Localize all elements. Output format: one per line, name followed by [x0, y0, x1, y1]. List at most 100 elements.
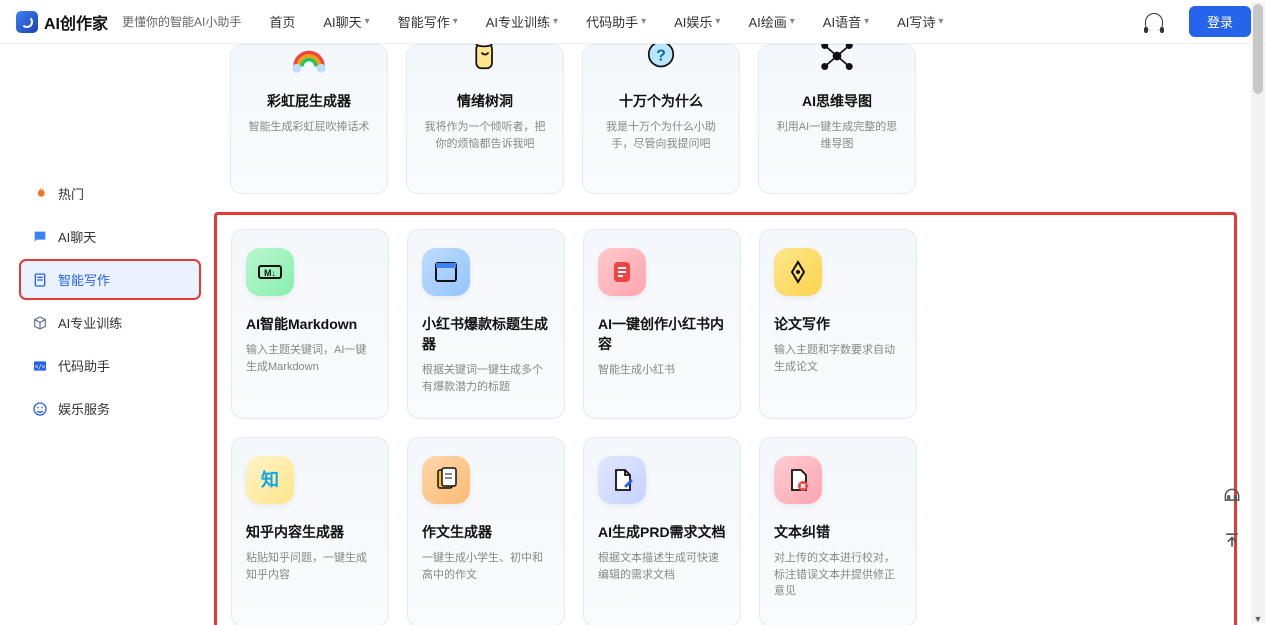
logo-icon — [16, 11, 38, 33]
card-desc: 我是十万个为什么小助手，尽管向我提问吧 — [597, 119, 725, 152]
cards-row-mid: M↓ AI智能Markdown 输入主题关键词，AI一键生成Markdown 小… — [231, 229, 1220, 419]
card-desc: 输入主题和字数要求自动生成论文 — [774, 342, 902, 375]
headset-icon[interactable] — [1145, 13, 1163, 31]
card-mindmap[interactable]: AI思维导图 利用AI一键生成完整的思维导图 — [758, 44, 916, 194]
login-button[interactable]: 登录 — [1189, 6, 1251, 37]
chevron-down-icon: ▾ — [453, 16, 458, 27]
chevron-down-icon: ▾ — [641, 16, 646, 27]
sidebar-item-write[interactable]: 智能写作 — [20, 260, 200, 299]
code-icon: </> — [32, 358, 48, 374]
card-markdown[interactable]: M↓ AI智能Markdown 输入主题关键词，AI一键生成Markdown — [231, 229, 389, 419]
card-title: 小红书爆款标题生成器 — [422, 314, 550, 354]
card-title: 论文写作 — [774, 314, 902, 334]
card-desc: 我将作为一个倾听者，把你的烦恼都告诉我吧 — [421, 119, 549, 152]
float-buttons — [1217, 481, 1247, 555]
content: 彩虹屁生成器 智能生成彩虹屁吹捧话术 情绪树洞 我将作为一个倾听者，把你的烦恼都… — [200, 44, 1267, 625]
card-desc: 输入主题关键词，AI一键生成Markdown — [246, 342, 374, 375]
prd-icon — [598, 456, 646, 504]
header: AI创作家 更懂你的智能AI小助手 首页 AI聊天▾ 智能写作▾ AI专业训练▾… — [0, 0, 1267, 44]
card-title: AI一键创作小红书内容 — [598, 314, 726, 354]
sidebar-item-code[interactable]: </> 代码助手 — [20, 346, 200, 385]
cards-row-top: 彩虹屁生成器 智能生成彩虹屁吹捧话术 情绪树洞 我将作为一个倾听者，把你的烦恼都… — [230, 44, 1237, 194]
mindmap-icon — [816, 44, 858, 77]
svg-text:</>: </> — [35, 363, 46, 370]
card-desc: 智能生成彩虹屁吹捧话术 — [249, 119, 370, 136]
rainbow-icon — [288, 44, 330, 77]
card-xhs-content[interactable]: AI一键创作小红书内容 智能生成小红书 — [583, 229, 741, 419]
nav-write[interactable]: 智能写作▾ — [398, 12, 458, 31]
card-desc: 根据文本描述生成可快速编辑的需求文档 — [598, 550, 726, 583]
nav-poem[interactable]: AI写诗▾ — [897, 12, 943, 31]
chevron-down-icon: ▾ — [715, 16, 720, 27]
nav-draw[interactable]: AI绘画▾ — [748, 12, 794, 31]
card-title: 情绪树洞 — [421, 91, 549, 111]
chevron-down-icon: ▾ — [365, 16, 370, 27]
note-icon — [598, 248, 646, 296]
cube-icon — [32, 315, 48, 331]
card-title: AI思维导图 — [773, 91, 901, 111]
card-desc: 利用AI一键生成完整的思维导图 — [773, 119, 901, 152]
nav-voice[interactable]: AI语音▾ — [823, 12, 869, 31]
scroll-down-icon[interactable]: ▼ — [1251, 614, 1265, 624]
sidebar-item-hot[interactable]: 热门 — [20, 174, 200, 213]
card-title: 文本纠错 — [774, 522, 902, 542]
sidebar: 热门 AI聊天 智能写作 AI专业训练 </> 代码助手 娱乐服务 — [0, 44, 200, 625]
card-why[interactable]: ? 十万个为什么 我是十万个为什么小助手，尽管向我提问吧 — [582, 44, 740, 194]
fire-icon — [32, 186, 48, 202]
doc-icon — [32, 272, 48, 288]
svg-text:知: 知 — [261, 469, 279, 490]
scrollbar[interactable]: ▲ ▼ — [1251, 2, 1265, 623]
cards-row-bot: 知 知乎内容生成器 粘贴知乎问题，一键生成知乎内容 作文生成器 一键生成小学生、… — [231, 437, 1220, 625]
card-title: 作文生成器 — [422, 522, 550, 542]
nav-home[interactable]: 首页 — [269, 12, 295, 31]
card-paper[interactable]: 论文写作 输入主题和字数要求自动生成论文 — [759, 229, 917, 419]
card-zhihu[interactable]: 知 知乎内容生成器 粘贴知乎问题，一键生成知乎内容 — [231, 437, 389, 625]
fix-icon — [774, 456, 822, 504]
sidebar-item-chat[interactable]: AI聊天 — [20, 217, 200, 256]
card-xhs-title[interactable]: 小红书爆款标题生成器 根据关键词一键生成多个有爆款潜力的标题 — [407, 229, 565, 419]
svg-text:M↓: M↓ — [264, 268, 276, 278]
pen-icon — [774, 248, 822, 296]
nav-chat[interactable]: AI聊天▾ — [323, 12, 369, 31]
nav-code[interactable]: 代码助手▾ — [586, 12, 646, 31]
main: 热门 AI聊天 智能写作 AI专业训练 </> 代码助手 娱乐服务 彩虹屁生成器 — [0, 44, 1267, 625]
card-treehole[interactable]: 情绪树洞 我将作为一个倾听者，把你的烦恼都告诉我吧 — [406, 44, 564, 194]
support-button[interactable] — [1217, 481, 1247, 511]
card-rainbow[interactable]: 彩虹屁生成器 智能生成彩虹屁吹捧话术 — [230, 44, 388, 194]
svg-text:?: ? — [656, 47, 666, 64]
card-prd[interactable]: AI生成PRD需求文档 根据文本描述生成可快速编辑的需求文档 — [583, 437, 741, 625]
card-desc: 一键生成小学生、初中和高中的作文 — [422, 550, 550, 583]
chevron-down-icon: ▾ — [864, 16, 869, 27]
cup-icon — [464, 44, 506, 77]
zhihu-icon: 知 — [246, 456, 294, 504]
card-desc: 粘贴知乎问题，一键生成知乎内容 — [246, 550, 374, 583]
card-title: 知乎内容生成器 — [246, 522, 374, 542]
logo[interactable]: AI创作家 — [16, 10, 108, 34]
nav-fun[interactable]: AI娱乐▾ — [674, 12, 720, 31]
window-icon — [422, 248, 470, 296]
card-essay[interactable]: 作文生成器 一键生成小学生、初中和高中的作文 — [407, 437, 565, 625]
scroll-thumb[interactable] — [1253, 4, 1263, 94]
sidebar-item-fun[interactable]: 娱乐服务 — [20, 389, 200, 428]
question-icon: ? — [640, 44, 682, 77]
smile-icon — [32, 401, 48, 417]
card-title: 十万个为什么 — [597, 91, 725, 111]
card-desc: 根据关键词一键生成多个有爆款潜力的标题 — [422, 362, 550, 395]
card-title: AI智能Markdown — [246, 314, 374, 334]
essay-icon — [422, 456, 470, 504]
chevron-down-icon: ▾ — [938, 16, 943, 27]
chevron-down-icon: ▾ — [553, 16, 558, 27]
nav-train[interactable]: AI专业训练▾ — [486, 12, 558, 31]
card-fix[interactable]: 文本纠错 对上传的文本进行校对，标注错误文本并提供修正意见 — [759, 437, 917, 625]
highlighted-section: M↓ AI智能Markdown 输入主题关键词，AI一键生成Markdown 小… — [214, 212, 1237, 625]
tagline: 更懂你的智能AI小助手 — [122, 13, 241, 30]
back-to-top-button[interactable] — [1217, 525, 1247, 555]
card-desc: 对上传的文本进行校对，标注错误文本并提供修正意见 — [774, 550, 902, 600]
markdown-icon: M↓ — [246, 248, 294, 296]
card-title: 彩虹屁生成器 — [245, 91, 373, 111]
card-desc: 智能生成小红书 — [598, 362, 675, 379]
chat-icon — [32, 229, 48, 245]
chevron-down-icon: ▾ — [790, 16, 795, 27]
logo-text: AI创作家 — [44, 10, 108, 34]
sidebar-item-train[interactable]: AI专业训练 — [20, 303, 200, 342]
